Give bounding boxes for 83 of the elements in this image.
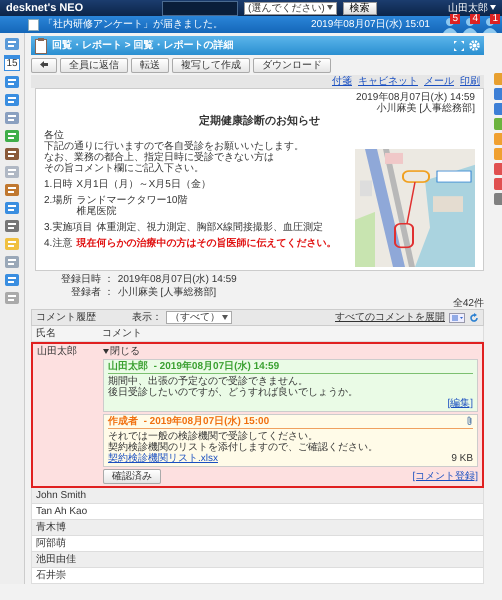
item-text: ランドマークタワー10階 <box>76 195 188 206</box>
comments-title: コメント履歴 <box>36 312 97 323</box>
action-link[interactable]: キャビネット <box>358 76 418 87</box>
document-date: 2019年08月07日(水) 14:59 <box>355 92 475 103</box>
item-text: 現在何らかの治療中の方はその旨医師に伝えてください。 <box>76 238 336 249</box>
comment-row[interactable]: 石井崇 <box>31 568 484 584</box>
file-size: 9 KB <box>451 453 473 464</box>
caret-icon <box>490 5 496 10</box>
breadcrumb: 回覧・レポート > 回覧・レポートの詳細 <box>52 40 234 51</box>
comment-text: 後日受診したいのですが、どうすれば良いでしょうか。 <box>108 387 359 398</box>
register-comment-link[interactable]: [コメント登録] <box>412 471 478 482</box>
item-text: X月1日（月）～X月5日（金） <box>76 179 211 190</box>
document-title: 定期健康診断のお知らせ <box>198 115 321 128</box>
count-badge: 1 <box>490 14 500 24</box>
search-field[interactable] <box>162 0 238 16</box>
total-count: 全42件 <box>452 298 484 309</box>
collapse-link[interactable]: 閉じる <box>110 346 140 357</box>
toolbar-button[interactable]: 転送 <box>131 58 169 73</box>
comment-row[interactable]: 青木博 <box>31 520 484 536</box>
name-cell-text: 青木博 <box>36 522 67 533</box>
calendar-icon[interactable]: 15 <box>4 55 20 71</box>
caret-icon <box>326 5 333 10</box>
count-badge: 4 <box>470 14 480 24</box>
field-label: 登録日時 ： <box>61 274 114 285</box>
name-cell-text: John Smith <box>36 490 88 501</box>
back-button[interactable] <box>31 58 57 73</box>
item-text: 椎尾医院 <box>76 206 118 217</box>
comment-text: それでは一般の検診機関で受診してください。 <box>108 431 318 442</box>
comment-row[interactable]: 阿部萌 <box>31 536 484 552</box>
action-link[interactable]: メール <box>424 76 454 87</box>
field-value: 小川麻美 [人事総務部] <box>118 287 218 298</box>
toolbar-button[interactable]: ダウンロード <box>253 58 331 73</box>
body-text: 下記の通りに行いますので各自受診をお願いいたします。 <box>44 141 305 152</box>
confirm-button[interactable]: 確認済み <box>103 469 161 484</box>
item-label: 2.場所 <box>44 195 72 208</box>
toolbar-button[interactable]: 全員に返信 <box>60 58 128 73</box>
document-author: 小川麻美 [人事総務部] <box>376 103 475 114</box>
logo: desknet's NEO <box>6 2 84 14</box>
search-select[interactable]: (選んでください) <box>244 2 337 14</box>
name-cell-text: 阿部萌 <box>36 538 67 549</box>
notice-icon <box>28 18 39 30</box>
search-button[interactable]: 検索 <box>342 2 377 14</box>
action-link[interactable]: 印刷 <box>460 76 480 87</box>
expand-icon[interactable] <box>454 40 464 50</box>
attachment-link[interactable]: 契約検診機関リスト.xlsx <box>108 453 218 464</box>
name-cell-text: 池田由佳 <box>36 554 77 565</box>
comment-author: 山田太郎 - 2019年08月07日(水) 14:59 <box>108 361 280 372</box>
caret-icon[interactable] <box>103 349 109 354</box>
comment-row[interactable]: Tan Ah Kao <box>31 504 484 520</box>
count-badge: 5 <box>450 14 460 24</box>
filter-select[interactable]: （すべて） <box>166 311 232 324</box>
comment-row[interactable]: 池田由佳 <box>31 552 484 568</box>
comment-text: 契約検診機関のリストを添付しますので、ご確認ください。 <box>108 442 379 453</box>
column-header: 氏名 <box>36 328 57 339</box>
column-header: コメント <box>102 328 142 339</box>
body-text: その旨コメント欄にご記入下さい。 <box>44 163 205 174</box>
back-arrow-icon <box>40 61 48 68</box>
notification-time: 2019年08月07日(水) 15:01 <box>311 19 430 30</box>
item-label: 1.日時 <box>44 179 72 190</box>
settings-icon[interactable] <box>469 40 480 51</box>
body-text: なお、業務の都合上、指定日時に受診できない方は <box>44 152 275 163</box>
name-cell-text: 山田太郎 <box>37 346 78 359</box>
name-cell-text: Tan Ah Kao <box>36 506 88 517</box>
field-value: 2019年08月07日(水) 14:59 <box>118 274 238 285</box>
expand-all-link[interactable]: すべてのコメントを展開 <box>335 312 445 323</box>
edit-link[interactable]: [編集] <box>447 398 473 409</box>
notification-message[interactable]: 「社内研修アンケート」が届きました。 <box>43 19 223 30</box>
comment-author: 作成者 - 2019年08月07日(水) 15:00 <box>108 416 270 427</box>
filter-label: 表示： <box>132 312 162 323</box>
caret-icon <box>222 314 228 320</box>
greeting: 各位 <box>44 130 64 141</box>
paperclip-icon <box>467 416 473 426</box>
action-link[interactable]: 付箋 <box>332 76 352 87</box>
item-label: 4.注意 <box>44 238 72 249</box>
name-cell-text: 石井崇 <box>36 570 67 581</box>
user-menu[interactable]: 山田太郎 <box>448 2 496 14</box>
item-text: 体重測定、視力測定、胸部X線間接撮影、血圧測定 <box>96 222 324 233</box>
field-label: 登録者 ： <box>70 287 114 298</box>
comment-row[interactable]: John Smith <box>31 488 484 504</box>
menu-icon[interactable] <box>449 312 465 322</box>
toolbar-button[interactable]: 複写して作成 <box>172 58 250 73</box>
comment-text: 期間中、出張の予定なので受診できません。 <box>108 376 309 387</box>
item-label: 3.実施項目 <box>44 222 92 233</box>
